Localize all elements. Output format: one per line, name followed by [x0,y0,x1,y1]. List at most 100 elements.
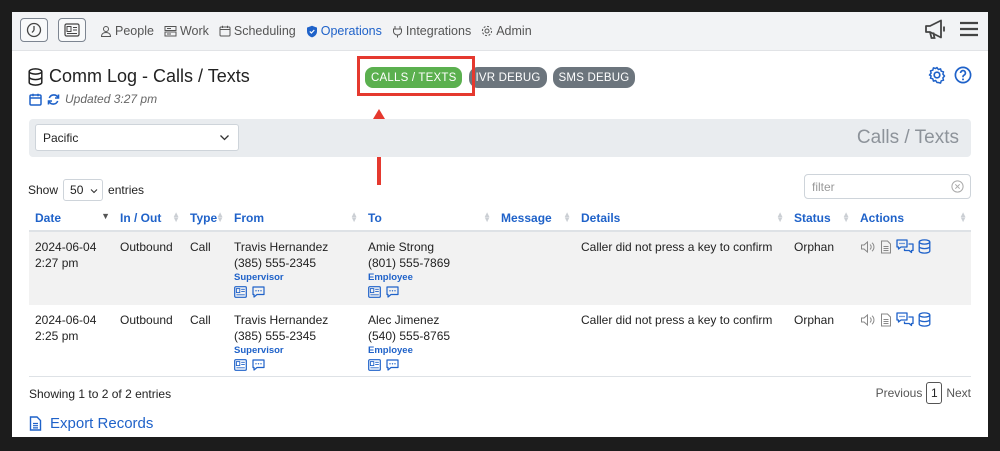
nav-operations[interactable]: Operations [306,24,382,38]
from-role: Supervisor [234,272,284,283]
id-card-icon[interactable] [368,359,381,371]
column-header-direction-label: In / Out [120,211,162,225]
cell-date: 2024-06-04 2:27 pm [29,231,114,305]
column-header-direction[interactable]: In / Out ▲ ▼ [114,206,184,232]
column-header-status-label: Status [794,211,831,225]
table-header-row: Date ▼ In / Out ▲ ▼ Type ▲ ▼ From ▲ ▼ To ▲ ▼ Mess… [29,206,971,232]
clock-button[interactable] [20,18,48,42]
cell-details: Caller did not press a key to confirm [575,305,788,377]
plug-icon [392,25,402,37]
time-text: 2:25 pm [35,329,79,343]
from-phone: (385) 555-2345 [234,256,317,270]
nav-admin[interactable]: Admin [481,24,532,38]
id-card-icon[interactable] [234,286,247,298]
id-card-button[interactable] [58,18,86,42]
page-length-value: 50 [70,183,84,197]
column-header-to[interactable]: To ▲ ▼ [362,206,495,232]
top-navbar: People Work Scheduling Operations Integr… [12,12,988,51]
cell-type: Call [184,305,228,377]
column-header-status[interactable]: Status ▲ ▼ [788,206,854,232]
message-icon[interactable] [386,359,399,371]
table-row: 2024-06-04 2:25 pm Outbound Call Travis H… [29,305,971,377]
gear-icon [482,25,493,37]
previous-button[interactable]: Previous [876,386,923,400]
nav-people-label: People [115,24,154,38]
sort-icon: ▲ ▼ [172,210,180,224]
calendar-icon [219,25,231,37]
from-phone: (385) 555-2345 [234,329,317,343]
tab-sms-debug[interactable]: SMS DEBUG [552,67,636,88]
nav-scheduling[interactable]: Scheduling [219,24,296,38]
nav-work[interactable]: Work [164,24,209,38]
database-icon [28,67,43,86]
filter-input[interactable]: filter [804,174,971,199]
column-header-actions-label: Actions [860,211,905,225]
cell-details: Caller did not press a key to confirm [575,231,788,305]
sort-icon: ▲ ▼ [776,210,784,224]
export-records-link[interactable]: Export Records [29,415,153,432]
column-header-date[interactable]: Date ▼ [29,206,114,232]
column-header-actions[interactable]: Actions ▲ ▼ [854,206,971,232]
next-button[interactable]: Next [946,386,971,400]
speaker-icon[interactable] [860,240,876,254]
cell-date: 2024-06-04 2:25 pm [29,305,114,377]
to-name: Amie Strong [368,240,435,254]
clear-icon[interactable] [951,180,964,193]
nav-integrations[interactable]: Integrations [392,24,471,38]
nav-admin-label: Admin [496,24,532,38]
conversation-icon[interactable] [896,312,914,327]
column-header-from-label: From [234,211,264,225]
help-icon[interactable] [954,66,972,84]
id-card-icon [64,23,80,37]
column-header-type[interactable]: Type ▲ ▼ [184,206,228,232]
message-icon[interactable] [252,286,265,298]
column-header-to-label: To [368,211,382,225]
cell-direction: Outbound [114,305,184,377]
message-icon[interactable] [252,359,265,371]
conversation-icon[interactable] [896,239,914,254]
calendar-icon[interactable] [29,93,42,106]
refresh-icon[interactable] [47,93,60,106]
speaker-icon[interactable] [860,313,876,327]
time-text: 2:27 pm [35,256,79,270]
cell-status: Orphan [788,305,854,377]
sort-icon: ▲ ▼ [483,210,491,224]
settings-gear-icon[interactable] [928,66,946,84]
page-1-button[interactable]: 1 [926,382,943,404]
document-icon[interactable] [880,240,892,254]
tab-ivr-debug[interactable]: IVR DEBUG [469,67,547,88]
from-name: Travis Hernandez [234,240,329,254]
timezone-value: Pacific [43,130,79,145]
updated-row: Updated 3:27 pm [29,92,157,106]
nav-work-label: Work [179,24,209,38]
column-header-details[interactable]: Details ▲ ▼ [575,206,788,232]
document-icon[interactable] [880,313,892,327]
cell-direction: Outbound [114,231,184,305]
nav-people[interactable]: People [100,24,154,38]
date-text: 2024-06-04 [35,313,97,327]
entries-label: entries [108,183,145,197]
id-card-icon[interactable] [368,286,381,298]
sort-icon: ▲ ▼ [842,210,850,224]
cell-actions [854,305,971,377]
message-icon[interactable] [386,286,399,298]
tab-bar: CALLS / TEXTS IVR DEBUG SMS DEBUG [364,66,636,89]
database-icon[interactable] [918,312,931,327]
id-card-icon[interactable] [234,359,247,371]
to-phone: (801) 555-7869 [368,256,451,270]
database-icon[interactable] [918,239,931,254]
page-length-select[interactable]: 50 [63,179,104,201]
sort-icon: ▲ ▼ [350,210,358,224]
megaphone-icon[interactable] [924,18,948,40]
section-title: Calls / Texts [856,127,959,148]
to-name: Alec Jimenez [368,313,440,327]
from-name: Travis Hernandez [234,313,329,327]
column-header-message-label: Message [501,211,552,225]
tab-calls-texts[interactable]: CALLS / TEXTS [364,66,464,89]
to-role: Employee [368,345,413,356]
hamburger-menu-icon[interactable] [958,19,980,39]
column-header-message[interactable]: Message ▲ ▼ [495,206,575,232]
timezone-select[interactable]: Pacific [35,124,239,151]
app-window: People Work Scheduling Operations Integr… [12,12,988,437]
column-header-from[interactable]: From ▲ ▼ [228,206,362,232]
